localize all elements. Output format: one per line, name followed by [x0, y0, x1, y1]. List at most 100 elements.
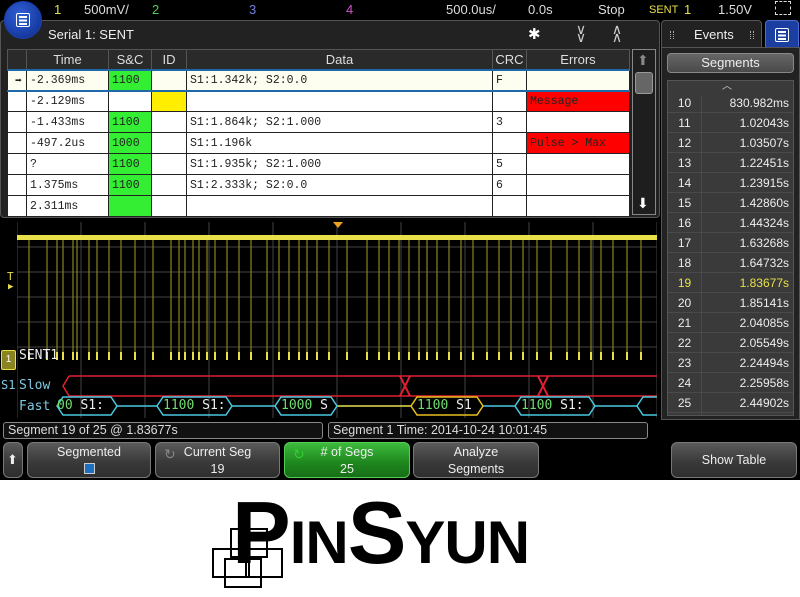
segments-button[interactable]: Segments — [667, 53, 794, 73]
cell-time: -497.2us — [26, 132, 109, 154]
cell-time: -1.433ms — [26, 111, 109, 133]
segment-list-item[interactable]: 10 830.982ms — [668, 93, 793, 116]
decode-row[interactable]: -2.129ms Message — [7, 90, 630, 112]
segment-list-item[interactable]: 24 2.25958s — [668, 373, 793, 396]
cell-sc: 1100 — [108, 174, 152, 196]
table-scrollbar[interactable]: ⬆ ⬇ — [632, 49, 656, 215]
scroll-up-caret-icon[interactable]: ︿ — [722, 81, 732, 92]
trigger-type: SENT — [649, 4, 679, 16]
channel-1-scale[interactable]: 500mV/ — [84, 2, 129, 17]
events-menu-button[interactable] — [765, 20, 799, 50]
packet-data-text: S1 — [456, 398, 472, 413]
cell-errors — [526, 111, 630, 133]
delay-readout[interactable]: 0.0s — [528, 2, 553, 17]
decode-row[interactable]: -497.2us 1000 S1:1.196k Pulse > Max — [7, 132, 630, 154]
segmented-toggle-button[interactable]: Segmented — [27, 442, 151, 478]
segment-list-item[interactable]: 15 1.42860s — [668, 193, 793, 216]
decode-row[interactable]: 1.375ms 1100 S1:2.333k; S2:0.0 6 — [7, 174, 630, 196]
segment-list-item[interactable]: 18 1.64732s — [668, 253, 793, 276]
channel-4-label[interactable]: 4 — [346, 2, 353, 17]
segment-list-item[interactable]: 17 1.63268s — [668, 233, 793, 256]
segment-time: 2.04085s — [739, 316, 789, 330]
decode-row[interactable]: -1.433ms 1100 S1:1.864k; S2:1.000 3 — [7, 111, 630, 133]
waveform-svg — [17, 222, 657, 418]
cell-marker — [7, 174, 27, 196]
segment-list-item[interactable]: 12 1.03507s — [668, 133, 793, 156]
cell-errors: Message — [526, 90, 630, 112]
cell-crc — [492, 90, 527, 112]
num-segs-button[interactable]: ↻ # of Segs 25 — [284, 442, 410, 478]
segmented-checkbox[interactable] — [83, 463, 95, 474]
chevron-up-icon[interactable]: ∧ ∧ — [609, 22, 625, 44]
drag-handle-icon[interactable] — [670, 31, 674, 39]
segment-list-item[interactable]: 13 1.22451s — [668, 153, 793, 176]
serial-1-marker[interactable]: S1 — [1, 378, 15, 392]
scroll-up-arrow-icon[interactable]: ⬆ — [637, 52, 649, 69]
channel-1-ground-marker[interactable]: 1 — [1, 350, 16, 370]
fast-packet-label: 1000 S — [281, 398, 328, 413]
segment-list-item[interactable]: 14 1.23915s — [668, 173, 793, 196]
segment-list-item[interactable]: 25 2.44902s — [668, 393, 793, 415]
trigger-arrow-icon: ▶ — [8, 282, 14, 292]
decode-row[interactable]: ➡ -2.369ms 1100 S1:1.342k; S2:0.0 F — [7, 68, 630, 92]
segment-time: 830.982ms — [729, 96, 789, 110]
cell-data: S1:1.935k; S2:1.000 — [186, 153, 493, 175]
waveform-display[interactable]: SENT1 Slow Fast 00 S1: 1100 S1: 1000 S 1100… — [17, 222, 657, 418]
col-errors[interactable]: Errors — [526, 49, 630, 70]
channel-1-trace — [17, 235, 657, 240]
cell-marker — [7, 195, 27, 217]
segment-time: 2.05549s — [739, 336, 789, 350]
analyze-segments-button[interactable]: Analyze Segments — [413, 442, 539, 478]
cell-id — [151, 174, 187, 196]
slow-bus-start — [62, 375, 70, 397]
fast-packet-label: 1100 S1: — [163, 398, 226, 413]
cell-crc: 5 — [492, 153, 527, 175]
decode-row[interactable]: ? 1100 S1:1.935k; S2:1.000 5 — [7, 153, 630, 175]
segment-list-item[interactable]: 20 1.85141s — [668, 293, 793, 316]
gear-icon[interactable]: ✱ — [528, 25, 541, 43]
events-panel-tab[interactable]: Events — [661, 20, 762, 48]
list-icon — [775, 28, 789, 42]
fast-channel-label: Fast — [19, 399, 51, 414]
col-crc[interactable]: CRC — [492, 49, 527, 70]
col-id[interactable]: ID — [151, 49, 187, 70]
trigger-level[interactable]: 1.50V — [718, 2, 752, 17]
show-table-button[interactable]: Show Table — [671, 442, 797, 478]
packet-status-bits: 1100 — [521, 398, 553, 413]
channel-label-sent1: SENT1 — [19, 348, 59, 363]
channel-3-label[interactable]: 3 — [249, 2, 256, 17]
decode-row[interactable]: 2.311ms — [7, 195, 630, 217]
run-state[interactable]: Stop — [598, 2, 625, 17]
channel-2-label[interactable]: 2 — [152, 2, 159, 17]
main-menu-button[interactable] — [4, 1, 42, 39]
scroll-thumb[interactable] — [635, 72, 653, 94]
timebase-readout[interactable]: 500.0us/ — [446, 2, 496, 17]
segment-list-item[interactable]: 19 1.83677s — [668, 273, 793, 296]
col-data[interactable]: Data — [186, 49, 493, 70]
segment-list-item[interactable]: 16 1.44324s — [668, 213, 793, 236]
col-sc[interactable]: S&C — [108, 49, 152, 70]
col-time[interactable]: Time — [26, 49, 109, 70]
segment-list-item[interactable]: 23 2.24494s — [668, 353, 793, 376]
fast-packet-label: 1100 S1: — [521, 398, 584, 413]
cell-id — [151, 90, 187, 112]
segment-list-item[interactable]: 21 2.04085s — [668, 313, 793, 336]
segments-list[interactable]: ︿ 10 830.982ms 11 1.02043s 12 1.03507s 13 1.224… — [667, 80, 794, 416]
num-segs-value: 25 — [340, 462, 354, 476]
segment-time: 2.44902s — [739, 396, 789, 410]
segment-list-item[interactable]: 22 2.05549s — [668, 333, 793, 356]
channel-1-label[interactable]: 1 — [54, 2, 61, 17]
chevron-down-icon[interactable]: ∨ ∨ — [573, 22, 589, 44]
current-seg-button[interactable]: ↻ Current Seg 19 — [155, 442, 280, 478]
softkey-back-button[interactable]: ⬆ — [3, 442, 23, 478]
segment-list-item[interactable]: 11 1.02043s — [668, 113, 793, 136]
show-table-label: Show Table — [701, 453, 767, 467]
cell-sc: 1100 — [108, 68, 152, 92]
scroll-down-arrow-icon[interactable]: ⬇ — [637, 195, 649, 212]
packet-data-text: S1: — [80, 398, 104, 413]
drag-handle-icon[interactable] — [750, 31, 754, 39]
segment-time: 1.83677s — [739, 276, 789, 290]
num-segs-label: # of Segs — [320, 445, 374, 459]
zoom-select-icon[interactable] — [775, 1, 791, 15]
segment-time: 1.63268s — [739, 236, 789, 250]
